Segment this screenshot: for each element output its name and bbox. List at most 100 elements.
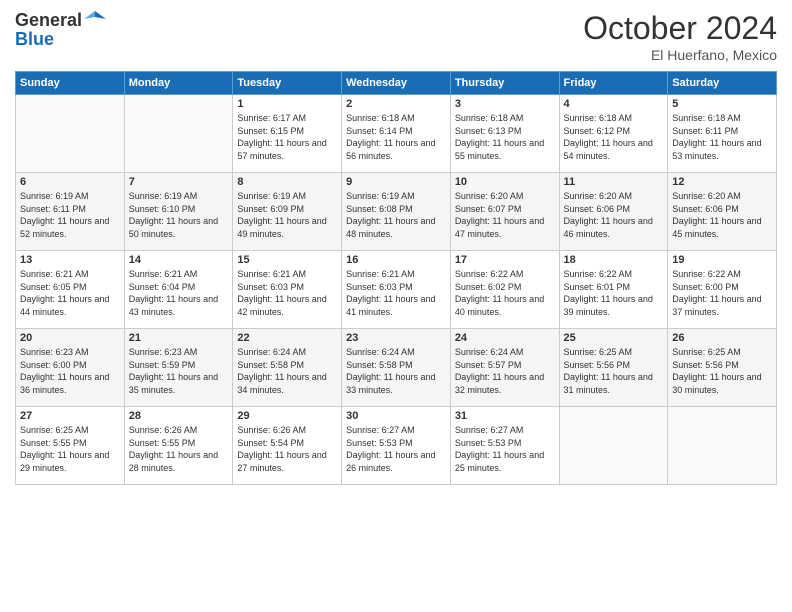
cell-details: Sunrise: 6:18 AMSunset: 6:13 PMDaylight:… xyxy=(455,112,555,162)
day-number: 23 xyxy=(346,332,446,344)
calendar-week-row: 1Sunrise: 6:17 AMSunset: 6:15 PMDaylight… xyxy=(16,95,777,173)
day-number: 6 xyxy=(20,176,120,188)
calendar-cell: 28 Sunrise: 6:26 AMSunset: 5:55 PMDayligh… xyxy=(124,407,233,485)
cell-details: Sunrise: 6:19 AMSunset: 6:10 PMDaylight:… xyxy=(129,190,229,240)
calendar-cell: 14 Sunrise: 6:21 AMSunset: 6:04 PMDayligh… xyxy=(124,251,233,329)
calendar-cell: 20 Sunrise: 6:23 AMSunset: 6:00 PMDayligh… xyxy=(16,329,125,407)
col-thursday: Thursday xyxy=(450,72,559,95)
calendar-week-row: 20 Sunrise: 6:23 AMSunset: 6:00 PMDayligh… xyxy=(16,329,777,407)
calendar-cell: 18Sunrise: 6:22 AMSunset: 6:01 PMDayligh… xyxy=(559,251,668,329)
calendar-cell: 27 Sunrise: 6:25 AMSunset: 5:55 PMDayligh… xyxy=(16,407,125,485)
cell-details: Sunrise: 6:21 AMSunset: 6:05 PMDaylight:… xyxy=(20,268,120,318)
col-sunday: Sunday xyxy=(16,72,125,95)
day-number: 28 xyxy=(129,410,229,422)
month-title: October 2024 xyxy=(583,10,777,47)
title-block: October 2024 El Huerfano, Mexico xyxy=(583,10,777,63)
calendar-cell: 22 Sunrise: 6:24 AMSunset: 5:58 PMDayligh… xyxy=(233,329,342,407)
cell-details: Sunrise: 6:24 AMSunset: 5:58 PMDaylight:… xyxy=(237,346,337,396)
calendar-cell: 31Sunrise: 6:27 AMSunset: 5:53 PMDayligh… xyxy=(450,407,559,485)
calendar-cell: 7 Sunrise: 6:19 AMSunset: 6:10 PMDaylight… xyxy=(124,173,233,251)
day-number: 29 xyxy=(237,410,337,422)
day-number: 4 xyxy=(564,98,664,110)
col-friday: Friday xyxy=(559,72,668,95)
cell-details: Sunrise: 6:21 AMSunset: 6:03 PMDaylight:… xyxy=(346,268,446,318)
cell-details: Sunrise: 6:26 AMSunset: 5:54 PMDaylight:… xyxy=(237,424,337,474)
cell-details: Sunrise: 6:21 AMSunset: 6:04 PMDaylight:… xyxy=(129,268,229,318)
day-number: 30 xyxy=(346,410,446,422)
cell-details: Sunrise: 6:26 AMSunset: 5:55 PMDaylight:… xyxy=(129,424,229,474)
calendar-header-row: Sunday Monday Tuesday Wednesday Thursday… xyxy=(16,72,777,95)
logo: General Blue xyxy=(15,10,106,50)
cell-details: Sunrise: 6:22 AMSunset: 6:00 PMDaylight:… xyxy=(672,268,772,318)
cell-details: Sunrise: 6:19 AMSunset: 6:09 PMDaylight:… xyxy=(237,190,337,240)
day-number: 5 xyxy=(672,98,772,110)
cell-details: Sunrise: 6:22 AMSunset: 6:02 PMDaylight:… xyxy=(455,268,555,318)
calendar-cell: 10 Sunrise: 6:20 AMSunset: 6:07 PMDayligh… xyxy=(450,173,559,251)
day-number: 14 xyxy=(129,254,229,266)
calendar-table: Sunday Monday Tuesday Wednesday Thursday… xyxy=(15,71,777,485)
calendar-cell: 4 Sunrise: 6:18 AMSunset: 6:12 PMDaylight… xyxy=(559,95,668,173)
day-number: 17 xyxy=(455,254,555,266)
day-number: 12 xyxy=(672,176,772,188)
calendar-cell: 21Sunrise: 6:23 AMSunset: 5:59 PMDayligh… xyxy=(124,329,233,407)
calendar-cell: 15Sunrise: 6:21 AMSunset: 6:03 PMDayligh… xyxy=(233,251,342,329)
cell-details: Sunrise: 6:18 AMSunset: 6:12 PMDaylight:… xyxy=(564,112,664,162)
calendar-cell: 16 Sunrise: 6:21 AMSunset: 6:03 PMDayligh… xyxy=(342,251,451,329)
cell-details: Sunrise: 6:22 AMSunset: 6:01 PMDaylight:… xyxy=(564,268,664,318)
day-number: 27 xyxy=(20,410,120,422)
cell-details: Sunrise: 6:18 AMSunset: 6:14 PMDaylight:… xyxy=(346,112,446,162)
calendar-week-row: 6 Sunrise: 6:19 AMSunset: 6:11 PMDaylight… xyxy=(16,173,777,251)
cell-details: Sunrise: 6:25 AMSunset: 5:56 PMDaylight:… xyxy=(672,346,772,396)
calendar-cell: 8 Sunrise: 6:19 AMSunset: 6:09 PMDaylight… xyxy=(233,173,342,251)
calendar-cell xyxy=(124,95,233,173)
day-number: 22 xyxy=(237,332,337,344)
cell-details: Sunrise: 6:24 AMSunset: 5:58 PMDaylight:… xyxy=(346,346,446,396)
col-wednesday: Wednesday xyxy=(342,72,451,95)
calendar-cell: 25 Sunrise: 6:25 AMSunset: 5:56 PMDayligh… xyxy=(559,329,668,407)
cell-details: Sunrise: 6:23 AMSunset: 6:00 PMDaylight:… xyxy=(20,346,120,396)
day-number: 1 xyxy=(237,98,337,110)
calendar-cell: 9Sunrise: 6:19 AMSunset: 6:08 PMDaylight… xyxy=(342,173,451,251)
logo-blue: Blue xyxy=(15,29,54,49)
day-number: 8 xyxy=(237,176,337,188)
calendar-week-row: 27 Sunrise: 6:25 AMSunset: 5:55 PMDayligh… xyxy=(16,407,777,485)
calendar-cell xyxy=(668,407,777,485)
cell-details: Sunrise: 6:19 AMSunset: 6:08 PMDaylight:… xyxy=(346,190,446,240)
calendar-cell: 26Sunrise: 6:25 AMSunset: 5:56 PMDayligh… xyxy=(668,329,777,407)
page: General Blue October 2024 El Huerfano, M… xyxy=(0,0,792,612)
day-number: 7 xyxy=(129,176,229,188)
cell-details: Sunrise: 6:20 AMSunset: 6:07 PMDaylight:… xyxy=(455,190,555,240)
cell-details: Sunrise: 6:20 AMSunset: 6:06 PMDaylight:… xyxy=(672,190,772,240)
logo-bird-icon xyxy=(84,9,106,31)
calendar-cell: 2 Sunrise: 6:18 AMSunset: 6:14 PMDaylight… xyxy=(342,95,451,173)
day-number: 25 xyxy=(564,332,664,344)
calendar-cell: 5Sunrise: 6:18 AMSunset: 6:11 PMDaylight… xyxy=(668,95,777,173)
day-number: 24 xyxy=(455,332,555,344)
calendar-cell: 29 Sunrise: 6:26 AMSunset: 5:54 PMDayligh… xyxy=(233,407,342,485)
day-number: 3 xyxy=(455,98,555,110)
calendar-cell: 24Sunrise: 6:24 AMSunset: 5:57 PMDayligh… xyxy=(450,329,559,407)
calendar-cell: 11Sunrise: 6:20 AMSunset: 6:06 PMDayligh… xyxy=(559,173,668,251)
calendar-week-row: 13Sunrise: 6:21 AMSunset: 6:05 PMDayligh… xyxy=(16,251,777,329)
day-number: 10 xyxy=(455,176,555,188)
col-saturday: Saturday xyxy=(668,72,777,95)
logo-general: General xyxy=(15,10,82,31)
calendar-cell: 6 Sunrise: 6:19 AMSunset: 6:11 PMDaylight… xyxy=(16,173,125,251)
calendar-cell xyxy=(16,95,125,173)
day-number: 31 xyxy=(455,410,555,422)
cell-details: Sunrise: 6:20 AMSunset: 6:06 PMDaylight:… xyxy=(564,190,664,240)
header: General Blue October 2024 El Huerfano, M… xyxy=(15,10,777,63)
cell-details: Sunrise: 6:27 AMSunset: 5:53 PMDaylight:… xyxy=(346,424,446,474)
cell-details: Sunrise: 6:19 AMSunset: 6:11 PMDaylight:… xyxy=(20,190,120,240)
cell-details: Sunrise: 6:25 AMSunset: 5:55 PMDaylight:… xyxy=(20,424,120,474)
cell-details: Sunrise: 6:25 AMSunset: 5:56 PMDaylight:… xyxy=(564,346,664,396)
calendar-cell: 1Sunrise: 6:17 AMSunset: 6:15 PMDaylight… xyxy=(233,95,342,173)
calendar-cell: 30 Sunrise: 6:27 AMSunset: 5:53 PMDayligh… xyxy=(342,407,451,485)
day-number: 20 xyxy=(20,332,120,344)
day-number: 16 xyxy=(346,254,446,266)
day-number: 2 xyxy=(346,98,446,110)
col-monday: Monday xyxy=(124,72,233,95)
calendar-cell: 19Sunrise: 6:22 AMSunset: 6:00 PMDayligh… xyxy=(668,251,777,329)
cell-details: Sunrise: 6:21 AMSunset: 6:03 PMDaylight:… xyxy=(237,268,337,318)
cell-details: Sunrise: 6:23 AMSunset: 5:59 PMDaylight:… xyxy=(129,346,229,396)
